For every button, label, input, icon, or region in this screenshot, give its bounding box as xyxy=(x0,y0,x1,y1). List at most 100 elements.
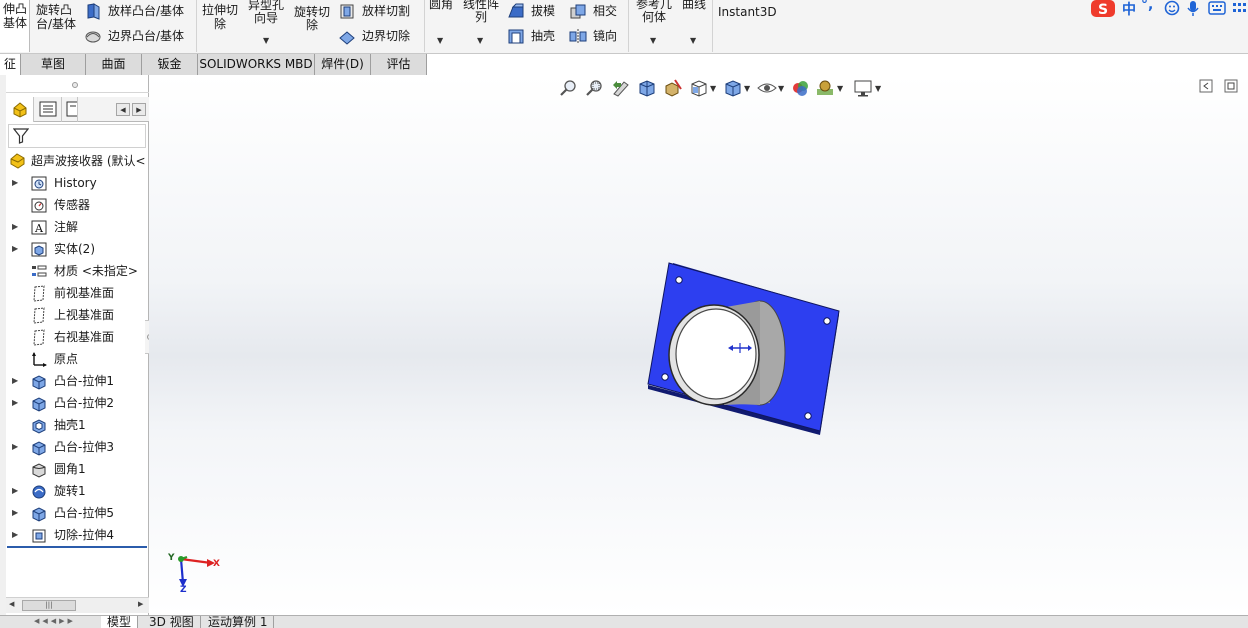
tree-item[interactable]: 原点 xyxy=(6,348,149,370)
view-settings-dropdown-icon[interactable]: ▼ xyxy=(875,84,881,93)
expand-arrow-icon[interactable]: ▶ xyxy=(12,392,18,414)
property-manager-tab[interactable] xyxy=(34,97,62,122)
viewport-maximize-icon[interactable] xyxy=(1224,79,1238,93)
scroll-thumb[interactable]: ||| xyxy=(22,600,76,611)
apply-scene-dropdown-icon[interactable]: ▼ xyxy=(837,84,843,93)
tree-filter-box[interactable] xyxy=(8,124,146,148)
view-settings-icon[interactable] xyxy=(853,79,873,97)
previous-view-icon[interactable] xyxy=(611,79,631,97)
zoom-to-area-icon[interactable] xyxy=(585,79,605,97)
display-style-dropdown-icon[interactable]: ▼ xyxy=(744,84,750,93)
tab-3d-views[interactable]: 3D 视图 xyxy=(143,616,201,628)
expand-arrow-icon[interactable]: ▶ xyxy=(12,524,18,546)
rollback-bar[interactable] xyxy=(7,546,147,548)
curves-button[interactable]: 曲线 ▼ xyxy=(678,0,710,52)
boundary-boss-button[interactable]: 边界凸台/基体 xyxy=(82,27,192,47)
curves-dropdown-icon[interactable]: ▼ xyxy=(690,36,696,45)
microphone-icon[interactable] xyxy=(1186,0,1200,17)
hide-show-dropdown-icon[interactable]: ▼ xyxy=(778,84,784,93)
emoji-icon[interactable] xyxy=(1164,0,1180,16)
tab-weldments[interactable]: 焊件(D) xyxy=(315,54,371,75)
display-style-icon[interactable] xyxy=(723,79,743,97)
tree-item[interactable]: ▶ 凸台-拉伸3 xyxy=(6,436,149,458)
extruded-cut-button[interactable]: 拉伸切 除 xyxy=(199,0,241,52)
edit-appearance-icon[interactable] xyxy=(791,79,811,97)
tree-item[interactable]: ▶ 凸台-拉伸5 xyxy=(6,502,149,524)
fillet-dropdown-icon[interactable]: ▼ xyxy=(437,36,443,45)
expand-arrow-icon[interactable]: ▶ xyxy=(12,436,18,458)
tree-root-part[interactable]: 超声波接收器 (默认< xyxy=(6,150,149,172)
viewport-restore-icon[interactable] xyxy=(1199,79,1213,93)
tree-item[interactable]: ▶ 切除-拉伸4 xyxy=(6,524,149,546)
keyboard-icon[interactable] xyxy=(1208,1,1226,15)
mirror-button[interactable]: 镜向 xyxy=(567,27,623,47)
tree-item[interactable]: 传感器 xyxy=(6,194,149,216)
expand-arrow-icon[interactable]: ▶ xyxy=(12,502,18,524)
linear-pattern-dropdown-icon[interactable]: ▼ xyxy=(477,36,483,45)
shell-button[interactable]: 抽壳 xyxy=(505,27,561,47)
tab-model[interactable]: 模型 xyxy=(101,616,139,628)
panel-tabs-scroll-right[interactable]: ▶ xyxy=(132,103,146,116)
draft-button[interactable]: 拔模 xyxy=(505,2,561,22)
tree-item[interactable]: ▶ 实体(2) xyxy=(6,238,149,260)
tree-item[interactable]: ▶ 凸台-拉伸1 xyxy=(6,370,149,392)
reference-geometry-button[interactable]: 参考几 何体 ▼ xyxy=(632,0,676,52)
tree-item[interactable]: ▶ History xyxy=(6,172,149,194)
bottom-tab-nav[interactable]: ◀◀◀▶▶ xyxy=(34,617,98,628)
section-view-icon[interactable] xyxy=(637,79,657,97)
tree-item[interactable]: ▶ 凸台-拉伸2 xyxy=(6,392,149,414)
expand-arrow-icon[interactable]: ▶ xyxy=(12,216,18,238)
apply-scene-icon[interactable] xyxy=(815,79,835,97)
panel-collapse-dot[interactable] xyxy=(72,82,78,88)
hole-wizard-button[interactable]: 异型孔 向导 ▼ xyxy=(244,0,288,52)
view-orientation-dropdown-icon[interactable]: ▼ xyxy=(710,84,716,93)
instant3d-button[interactable]: Instant3D xyxy=(714,0,777,52)
boundary-cut-button[interactable]: 边界切除 xyxy=(336,27,422,47)
tab-sketch[interactable]: 草图 xyxy=(21,54,86,75)
ime-punctuation-toggle[interactable]: °, xyxy=(1141,0,1153,13)
extruded-boss-button[interactable]: 伸凸 基体 xyxy=(0,0,30,52)
zoom-to-fit-icon[interactable] xyxy=(559,79,579,97)
tab-evaluate[interactable]: 评估 xyxy=(371,54,427,75)
panel-tabs-scroll-left[interactable]: ◀ xyxy=(116,103,130,116)
ime-mode-toggle[interactable]: 中 xyxy=(1122,0,1136,19)
lofted-cut-button[interactable]: 放样切割 xyxy=(336,2,422,22)
tab-motion-study-1[interactable]: 运动算例 1 xyxy=(202,616,275,628)
tab-features[interactable]: 征 xyxy=(0,54,21,75)
tree-item[interactable]: 材质 <未指定> xyxy=(6,260,149,282)
expand-arrow-icon[interactable]: ▶ xyxy=(12,172,18,194)
tree-item[interactable]: 抽壳1 xyxy=(6,414,149,436)
scroll-right-arrow[interactable]: ▶ xyxy=(138,600,143,608)
reference-geometry-dropdown-icon[interactable]: ▼ xyxy=(650,36,656,45)
scroll-left-arrow[interactable]: ◀ xyxy=(9,600,14,608)
expand-arrow-icon[interactable]: ▶ xyxy=(12,480,18,502)
hole-wizard-dropdown-icon[interactable]: ▼ xyxy=(263,36,269,45)
fillet-button[interactable]: 圆角 ▼ xyxy=(426,0,456,52)
tab-solidworks-mbd[interactable]: SOLIDWORKS MBD xyxy=(198,54,315,75)
hide-show-items-icon[interactable] xyxy=(757,79,777,97)
revolved-boss-button[interactable]: 旋转凸 台/基体 xyxy=(32,0,78,52)
intersect-button[interactable]: 相交 xyxy=(567,2,623,22)
linear-pattern-button[interactable]: 线性阵 列 ▼ xyxy=(458,0,504,52)
dynamic-annotation-views-icon[interactable] xyxy=(663,79,683,97)
tab-surfaces[interactable]: 曲面 xyxy=(86,54,142,75)
tree-item[interactable]: ▶ 旋转1 xyxy=(6,480,149,502)
expand-arrow-icon[interactable]: ▶ xyxy=(12,370,18,392)
ime-menu-icon[interactable] xyxy=(1232,1,1248,15)
revolved-cut-button[interactable]: 旋转切 除 xyxy=(290,0,334,52)
ultrasonic-receiver-model[interactable] xyxy=(644,260,844,435)
tree-item[interactable]: ▶ A 注解 xyxy=(6,216,149,238)
tree-item[interactable]: 上视基准面 xyxy=(6,304,149,326)
configuration-manager-tab[interactable] xyxy=(62,97,78,122)
sogou-logo-icon[interactable]: S xyxy=(1090,0,1116,18)
tree-horizontal-scrollbar[interactable]: ◀ ||| ▶ xyxy=(6,597,149,613)
feature-manager-tab[interactable] xyxy=(6,97,34,122)
graphics-area[interactable]: ▼ ▼ ▼ ▼ ▼ X Y Z xyxy=(149,75,1248,615)
tab-sheet-metal[interactable]: 钣金 xyxy=(142,54,198,75)
tree-item[interactable]: 前视基准面 xyxy=(6,282,149,304)
lofted-boss-button[interactable]: 放样凸台/基体 xyxy=(82,2,192,22)
tree-item[interactable]: 右视基准面 xyxy=(6,326,149,348)
view-orientation-icon[interactable] xyxy=(689,79,709,97)
tree-item[interactable]: 圆角1 xyxy=(6,458,149,480)
expand-arrow-icon[interactable]: ▶ xyxy=(12,238,18,260)
